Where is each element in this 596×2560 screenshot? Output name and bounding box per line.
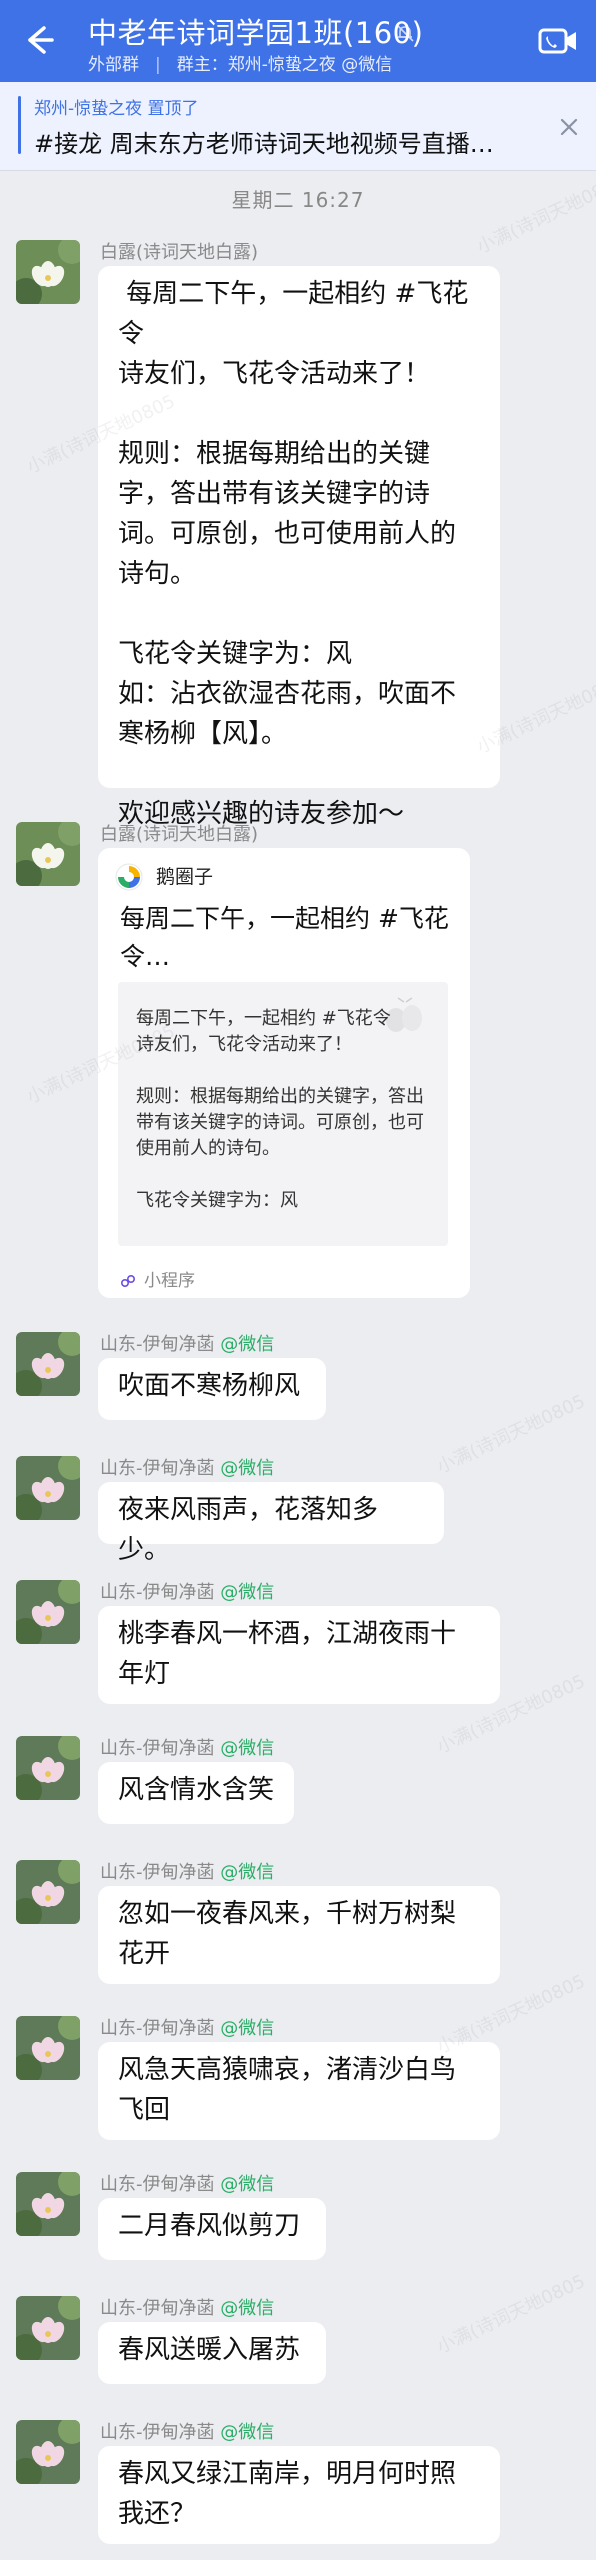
card-preview: 每周二下午，一起相约 #飞花令 诗友们，飞花令活动来了！ 规则：根据每期给出的关… bbox=[118, 982, 448, 1246]
timestamp: 星期二 16:27 bbox=[231, 188, 365, 212]
avatar[interactable] bbox=[16, 1580, 80, 1644]
message-bubble[interactable]: 风急天高猿啸哀，渚清沙白鸟飞回 bbox=[98, 2042, 500, 2140]
pinned-text: #接龙 周末东方老师诗词天地视频号直播… bbox=[34, 130, 494, 158]
pinned-by-label: 郑州-惊蛰之夜 置顶了 bbox=[34, 99, 199, 119]
card-preview-text: 每周二下午，一起相约 #飞花令 诗友们，飞花令活动来了！ 规则：根据每期给出的关… bbox=[136, 1008, 424, 1211]
group-subtitle: 外部群 | 群主：郑州-惊蛰之夜 @微信 bbox=[88, 55, 393, 75]
mini-program-icon bbox=[120, 1274, 136, 1288]
back-arrow-icon[interactable] bbox=[18, 20, 58, 60]
avatar[interactable] bbox=[16, 2420, 80, 2484]
sender-name-text: 山东-伊甸净菡 bbox=[100, 2174, 215, 2195]
video-call-icon[interactable] bbox=[538, 26, 578, 56]
sender-name-text: 山东-伊甸净菡 bbox=[100, 2298, 215, 2319]
mini-program-card[interactable]: 鹅圈子 每周二下午，一起相约 #飞花令… 每周二下午，一起相约 #飞花令 诗友们… bbox=[98, 848, 470, 1298]
message-bubble[interactable]: 忽如一夜春风来，千树万树梨花开 bbox=[98, 1886, 500, 1984]
card-footer: 小程序 bbox=[120, 1266, 195, 1291]
message-bubble[interactable]: 夜来风雨声，花落知多少。 bbox=[98, 1482, 444, 1565]
avatar[interactable] bbox=[16, 1332, 80, 1396]
avatar[interactable] bbox=[16, 240, 80, 304]
watermark-text: 小满(诗词天地0805 bbox=[473, 170, 596, 258]
message-bubble[interactable]: 风含情水含笑 bbox=[98, 1762, 294, 1824]
card-source: 鹅圈子 bbox=[156, 866, 214, 888]
sender-name-text: 山东-伊甸净菡 bbox=[100, 1738, 215, 1759]
avatar[interactable] bbox=[16, 2016, 80, 2080]
avatar[interactable] bbox=[16, 822, 80, 886]
sender-name: 山东-伊甸净菡 @微信 bbox=[100, 2418, 274, 2444]
sender-name-text: 山东-伊甸净菡 bbox=[100, 1862, 215, 1883]
wechat-tag: @微信 bbox=[220, 2174, 275, 2195]
group-owner: 群主：郑州-惊蛰之夜 @微信 bbox=[176, 55, 393, 75]
avatar[interactable] bbox=[16, 2296, 80, 2360]
message-bubble[interactable]: 每周二下午，一起相约 #飞花令 诗友们，飞花令活动来了！ 规则：根据每期给出的关… bbox=[98, 266, 500, 829]
sender-name: 山东-伊甸净菡 @微信 bbox=[100, 1454, 274, 1480]
avatar[interactable] bbox=[16, 1736, 80, 1800]
wechat-tag: @微信 bbox=[220, 1582, 275, 1603]
wechat-tag: @微信 bbox=[220, 1334, 275, 1355]
sender-name-text: 山东-伊甸净菡 bbox=[100, 1458, 215, 1479]
message-bubble[interactable]: 桃李春风一杯酒，江湖夜雨十年灯 bbox=[98, 1606, 500, 1704]
message-bubble[interactable]: 春风送暖入屠苏 bbox=[98, 2322, 326, 2384]
card-title: 每周二下午，一起相约 #飞花令… bbox=[120, 904, 449, 971]
sender-name: 山东-伊甸净菡 @微信 bbox=[100, 1734, 274, 1760]
avatar[interactable] bbox=[16, 1860, 80, 1924]
watermark-text: 小满(诗词天地0805 bbox=[433, 1390, 589, 1478]
avatar[interactable] bbox=[16, 1456, 80, 1520]
sender-name-text: 山东-伊甸净菡 bbox=[100, 2422, 215, 2443]
wechat-tag: @微信 bbox=[220, 2298, 275, 2319]
pin-accent-bar bbox=[18, 96, 21, 154]
avatar[interactable] bbox=[16, 2172, 80, 2236]
close-icon[interactable] bbox=[554, 112, 584, 142]
sender-name: 山东-伊甸净菡 @微信 bbox=[100, 1330, 274, 1356]
sender-name: 山东-伊甸净菡 @微信 bbox=[100, 1578, 274, 1604]
watermark-text: 小满(诗词天地0805 bbox=[433, 2270, 589, 2358]
sender-name: 山东-伊甸净菡 @微信 bbox=[100, 2170, 274, 2196]
wechat-tag: @微信 bbox=[220, 1458, 275, 1479]
sender-name-text: 山东-伊甸净菡 bbox=[100, 2018, 215, 2039]
sender-name: 山东-伊甸净菡 @微信 bbox=[100, 2294, 274, 2320]
sender-name-text: 山东-伊甸净菡 bbox=[100, 1334, 215, 1355]
card-footer-label: 小程序 bbox=[144, 1271, 195, 1291]
sender-name: 山东-伊甸净菡 @微信 bbox=[100, 1858, 274, 1884]
message-bubble[interactable]: 二月春风似剪刀 bbox=[98, 2198, 326, 2260]
wechat-tag: @微信 bbox=[220, 2018, 275, 2039]
sender-name-text: 山东-伊甸净菡 bbox=[100, 1582, 215, 1603]
sender-name: 白露(诗词天地白露) bbox=[100, 242, 259, 263]
wechat-tag: @微信 bbox=[220, 1738, 275, 1759]
chat-header: 中老年诗词学园1班(160) 外部群 | 群主：郑州-惊蛰之夜 @微信 bbox=[0, 0, 596, 82]
mute-bell-icon bbox=[396, 24, 414, 42]
sender-name: 白露(诗词天地白露) bbox=[100, 824, 259, 845]
group-title[interactable]: 中老年诗词学园1班(160) bbox=[88, 10, 423, 52]
message-bubble[interactable]: 吹面不寒杨柳风 bbox=[98, 1358, 326, 1420]
wechat-tag: @微信 bbox=[220, 2422, 275, 2443]
pinned-message-banner[interactable]: 郑州-惊蛰之夜 置顶了 #接龙 周末东方老师诗词天地视频号直播… bbox=[0, 82, 596, 171]
message-bubble[interactable]: 春风又绿江南岸，明月何时照我还？ bbox=[98, 2446, 500, 2544]
external-group-tag: 外部群 bbox=[88, 55, 139, 75]
sender-name: 山东-伊甸净菡 @微信 bbox=[100, 2014, 274, 2040]
e-quanzi-logo-icon bbox=[115, 863, 143, 891]
wechat-tag: @微信 bbox=[220, 1862, 275, 1883]
